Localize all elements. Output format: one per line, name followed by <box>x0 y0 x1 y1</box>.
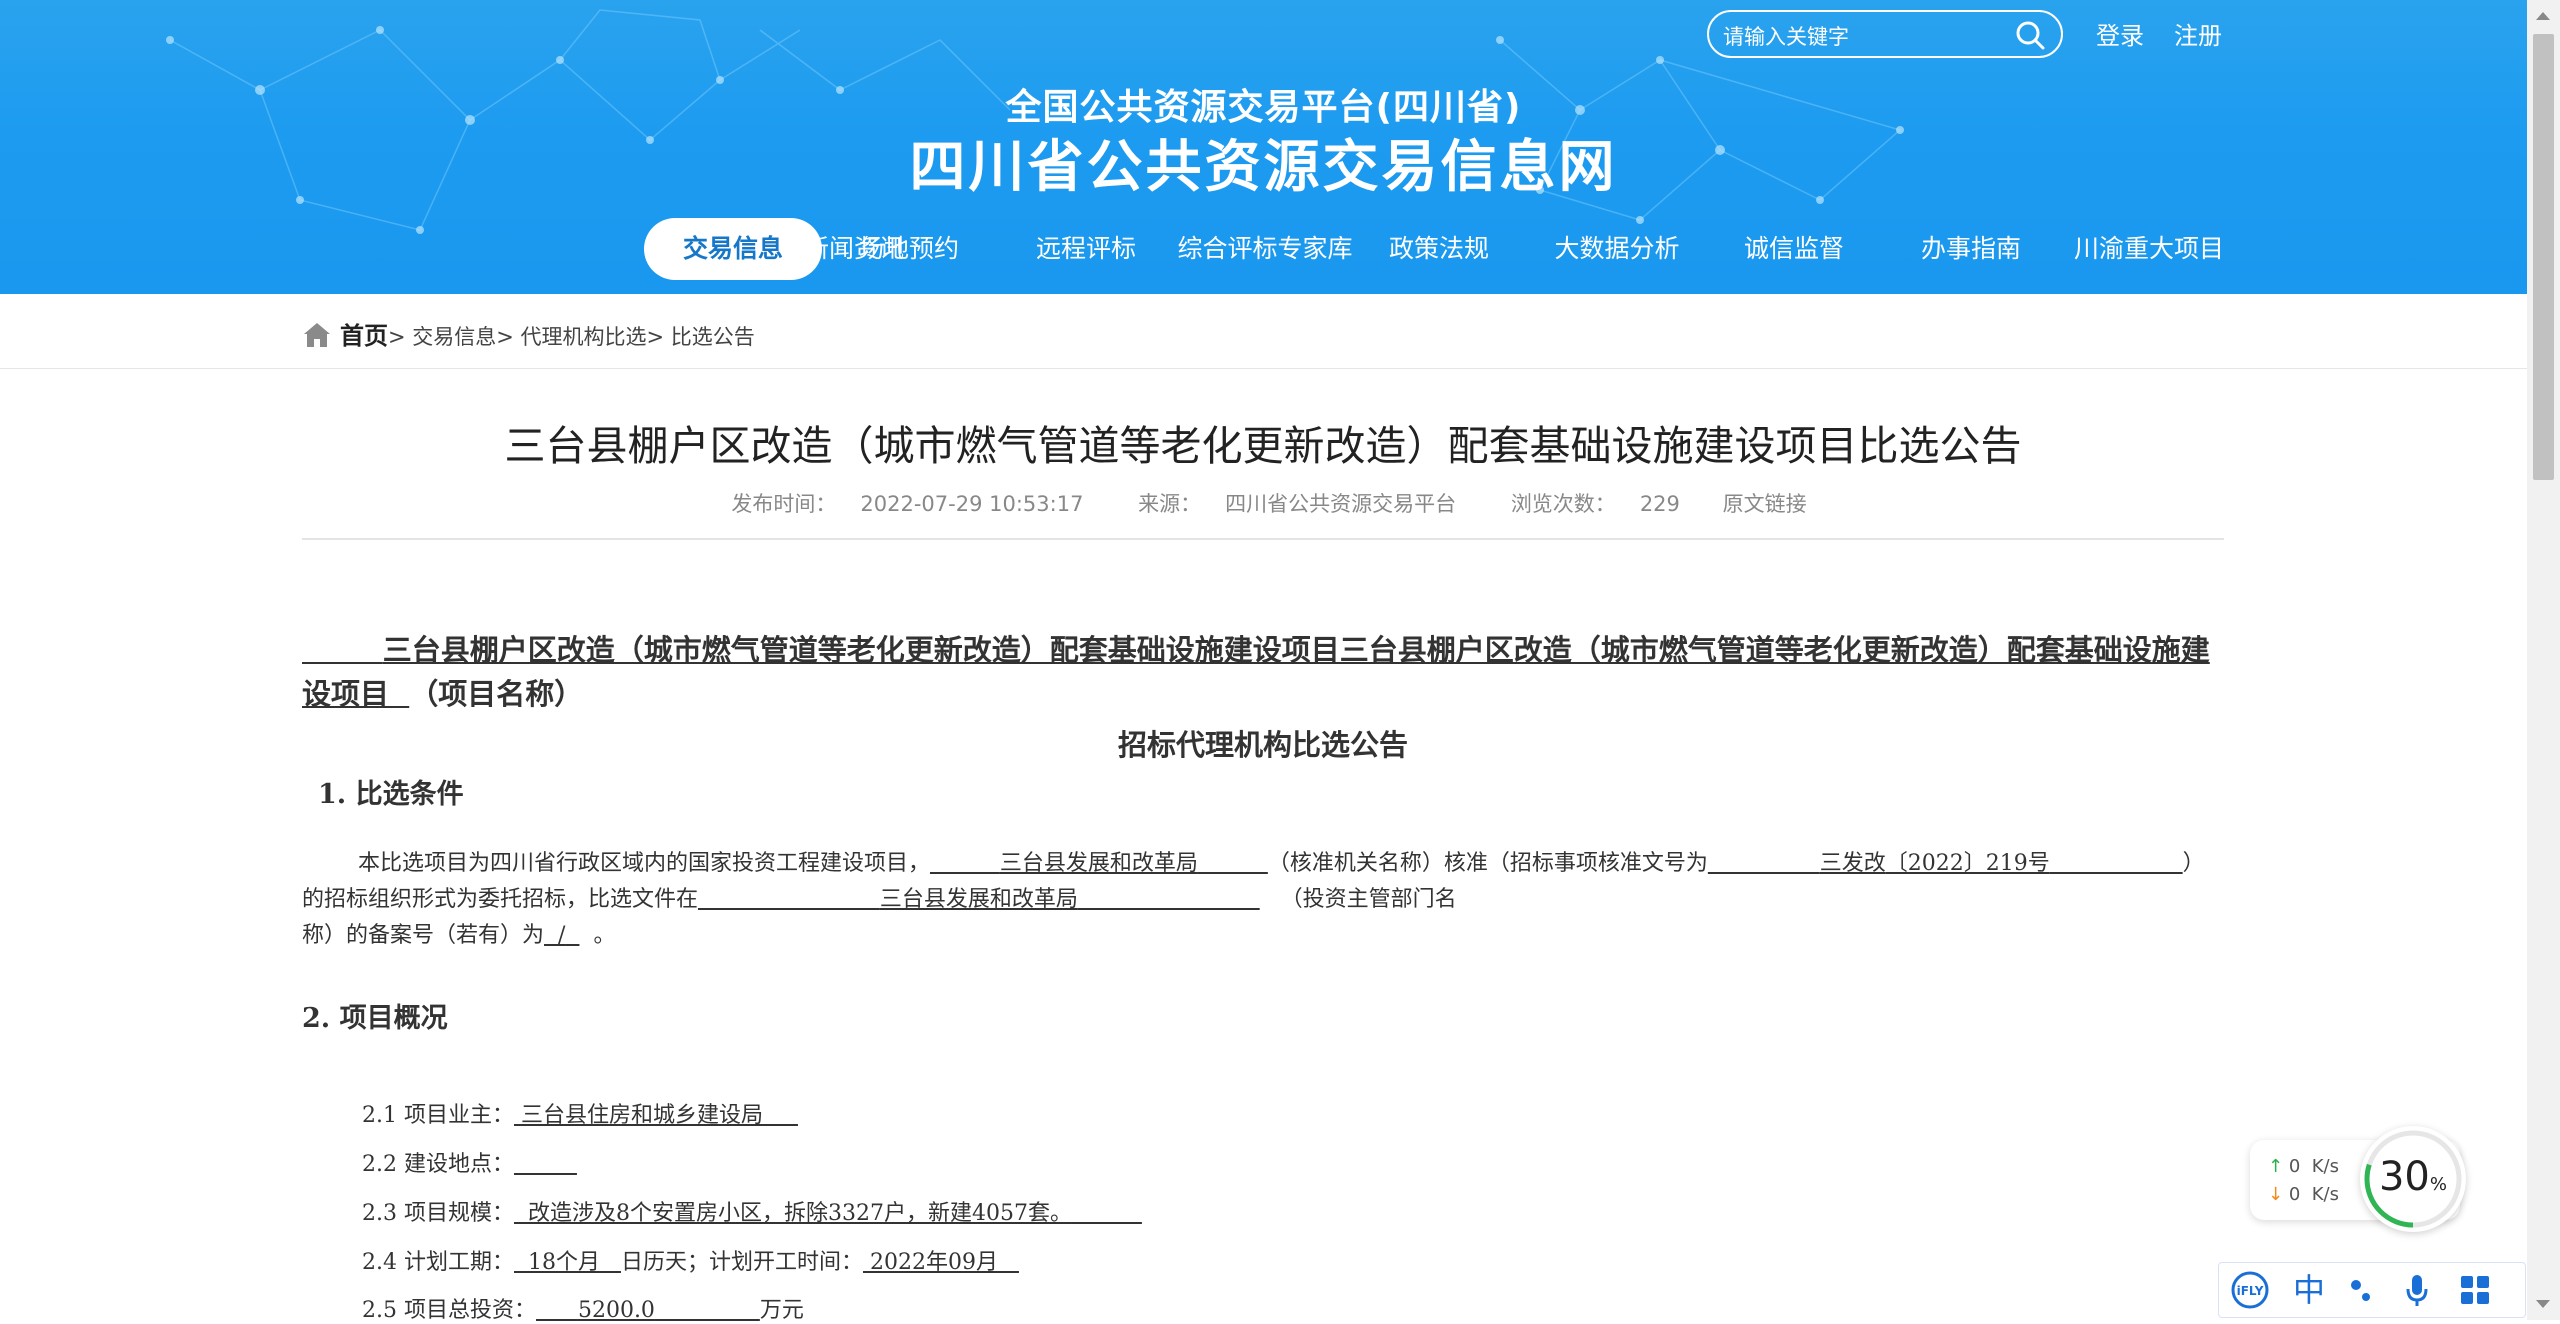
breadcrumb: 首页> 交易信息> 代理机构比选> 比选公告 <box>302 316 755 351</box>
main-nav: 首页 新闻资讯 交易信息 场地预约 远程评标 综合评标专家库 政策法规 大数据分… <box>300 218 2230 280</box>
nav-item-venue[interactable]: 场地预约 <box>820 218 998 280</box>
nav-item-guide[interactable]: 办事指南 <box>1882 218 2060 280</box>
search-box[interactable]: 请输入关键字 <box>1707 10 2063 58</box>
project-owner: 2.1 项目业主： 三台县住房和城乡建设局 <box>362 1103 763 1128</box>
punctuation-icon[interactable] <box>2341 1271 2381 1309</box>
planned-period: 2.4 计划工期： 18个月 日历天；计划开工时间： 2022年09月 <box>362 1250 998 1275</box>
nav-item-credit[interactable]: 诚信监督 <box>1705 218 1883 280</box>
nav-item-trade-info[interactable]: 交易信息 <box>644 218 822 280</box>
section-1-heading: 1. 比选条件 <box>318 779 464 810</box>
page-scrollbar[interactable] <box>2527 0 2560 1320</box>
ime-toolbar[interactable]: iFLY 中 <box>2218 1262 2526 1318</box>
nav-item-policy[interactable]: 政策法规 <box>1350 218 1528 280</box>
nav-item-major-projects[interactable]: 川渝重大项目 <box>2060 218 2238 280</box>
scrollbar-thumb[interactable] <box>2533 34 2554 480</box>
project-name-suffix: （项目名称） <box>409 677 584 711</box>
source: 来源： 四川省公共资源交易平台 <box>1138 492 1457 516</box>
total-investment: 2.5 项目总投资： 5200.0 万元 <box>362 1298 804 1323</box>
login-link[interactable]: 登录 <box>2096 16 2144 51</box>
upload-speed: ↑ 0 K/s <box>2268 1156 2339 1177</box>
filing-org: 三台县发展和改革局 <box>879 887 1078 912</box>
scroll-up-arrow-icon[interactable] <box>2536 12 2550 20</box>
network-speed-widget[interactable]: ↑ 0 K/s ↓ 0 K/s 30% <box>2250 1126 2466 1232</box>
search-icon[interactable] <box>2015 20 2045 50</box>
cpu-percent: 30 <box>2378 1154 2430 1200</box>
approval-no: 三发改 <box>1819 851 1886 876</box>
construction-location: 2.2 建设地点： <box>362 1152 514 1177</box>
breadcrumb-home[interactable]: 首页 <box>340 322 388 350</box>
publish-time: 发布时间： 2022-07-29 10:53:17 <box>731 492 1084 516</box>
cpu-usage-gauge[interactable]: 30% <box>2360 1126 2466 1232</box>
view-count: 浏览次数： 229 <box>1510 492 1680 516</box>
microphone-icon[interactable] <box>2397 1271 2437 1309</box>
nav-item-remote-eval[interactable]: 远程评标 <box>997 218 1175 280</box>
nav-item-bigdata[interactable]: 大数据分析 <box>1528 218 1706 280</box>
project-name: 三台县棚户区改造（城市燃气管道等老化更新改造）配套基础设施建设项目三台县棚户区改… <box>302 628 2224 716</box>
breadcrumb-path[interactable]: > 交易信息> 代理机构比选> 比选公告 <box>388 325 755 349</box>
project-name-text: 三台县棚户区改造（城市燃气管道等老化更新改造）配套基础设施建设项目三台县棚户区改… <box>302 633 2210 711</box>
site-header: 请输入关键字 登录 注册 全国公共资源交易平台(四川省) 四川省公共资源交易信息… <box>0 0 2527 294</box>
section-1-body: 本比选项目为四川省行政区域内的国家投资工程建设项目， 三台县发展和改革局 （核准… <box>302 851 2205 948</box>
search-input[interactable]: 请输入关键字 <box>1723 21 1849 51</box>
section-2-heading: 2. 项目概况 <box>302 1003 448 1034</box>
project-scale: 2.3 项目规模： 改造涉及8个安置房小区，拆除3327户，新建4057套。 <box>362 1201 1072 1226</box>
original-link[interactable]: 原文链接 <box>1723 492 1807 516</box>
toolbox-grid-icon[interactable] <box>2453 1271 2497 1309</box>
home-icon <box>304 323 330 347</box>
ime-language-toggle[interactable]: 中 <box>2289 1271 2329 1309</box>
ifly-logo-icon[interactable]: iFLY <box>2227 1271 2273 1309</box>
svg-text:iFLY: iFLY <box>2237 1284 2264 1298</box>
breadcrumb-bar: 首页> 交易信息> 代理机构比选> 比选公告 <box>0 294 2527 369</box>
scroll-down-arrow-icon[interactable] <box>2536 1300 2550 1308</box>
article-meta: 发布时间： 2022-07-29 10:53:17 来源： 四川省公共资源交易平台 … <box>302 488 2224 518</box>
register-link[interactable]: 注册 <box>2174 16 2222 51</box>
download-arrow-icon: ↓ <box>2268 1184 2284 1205</box>
upload-arrow-icon: ↑ <box>2268 1156 2284 1177</box>
download-speed: ↓ 0 K/s <box>2268 1184 2339 1205</box>
approval-org: 三台县发展和改革局 <box>999 851 1198 876</box>
notice-heading: 招标代理机构比选公告 <box>1117 728 1408 762</box>
article-title: 三台县棚户区改造（城市燃气管道等老化更新改造）配套基础设施建设项目比选公告 <box>504 422 2022 470</box>
nav-item-expert-db[interactable]: 综合评标专家库 <box>1175 218 1355 280</box>
site-logo-title: 四川省公共资源交易信息网 <box>909 135 1618 200</box>
title-divider <box>302 538 2224 540</box>
